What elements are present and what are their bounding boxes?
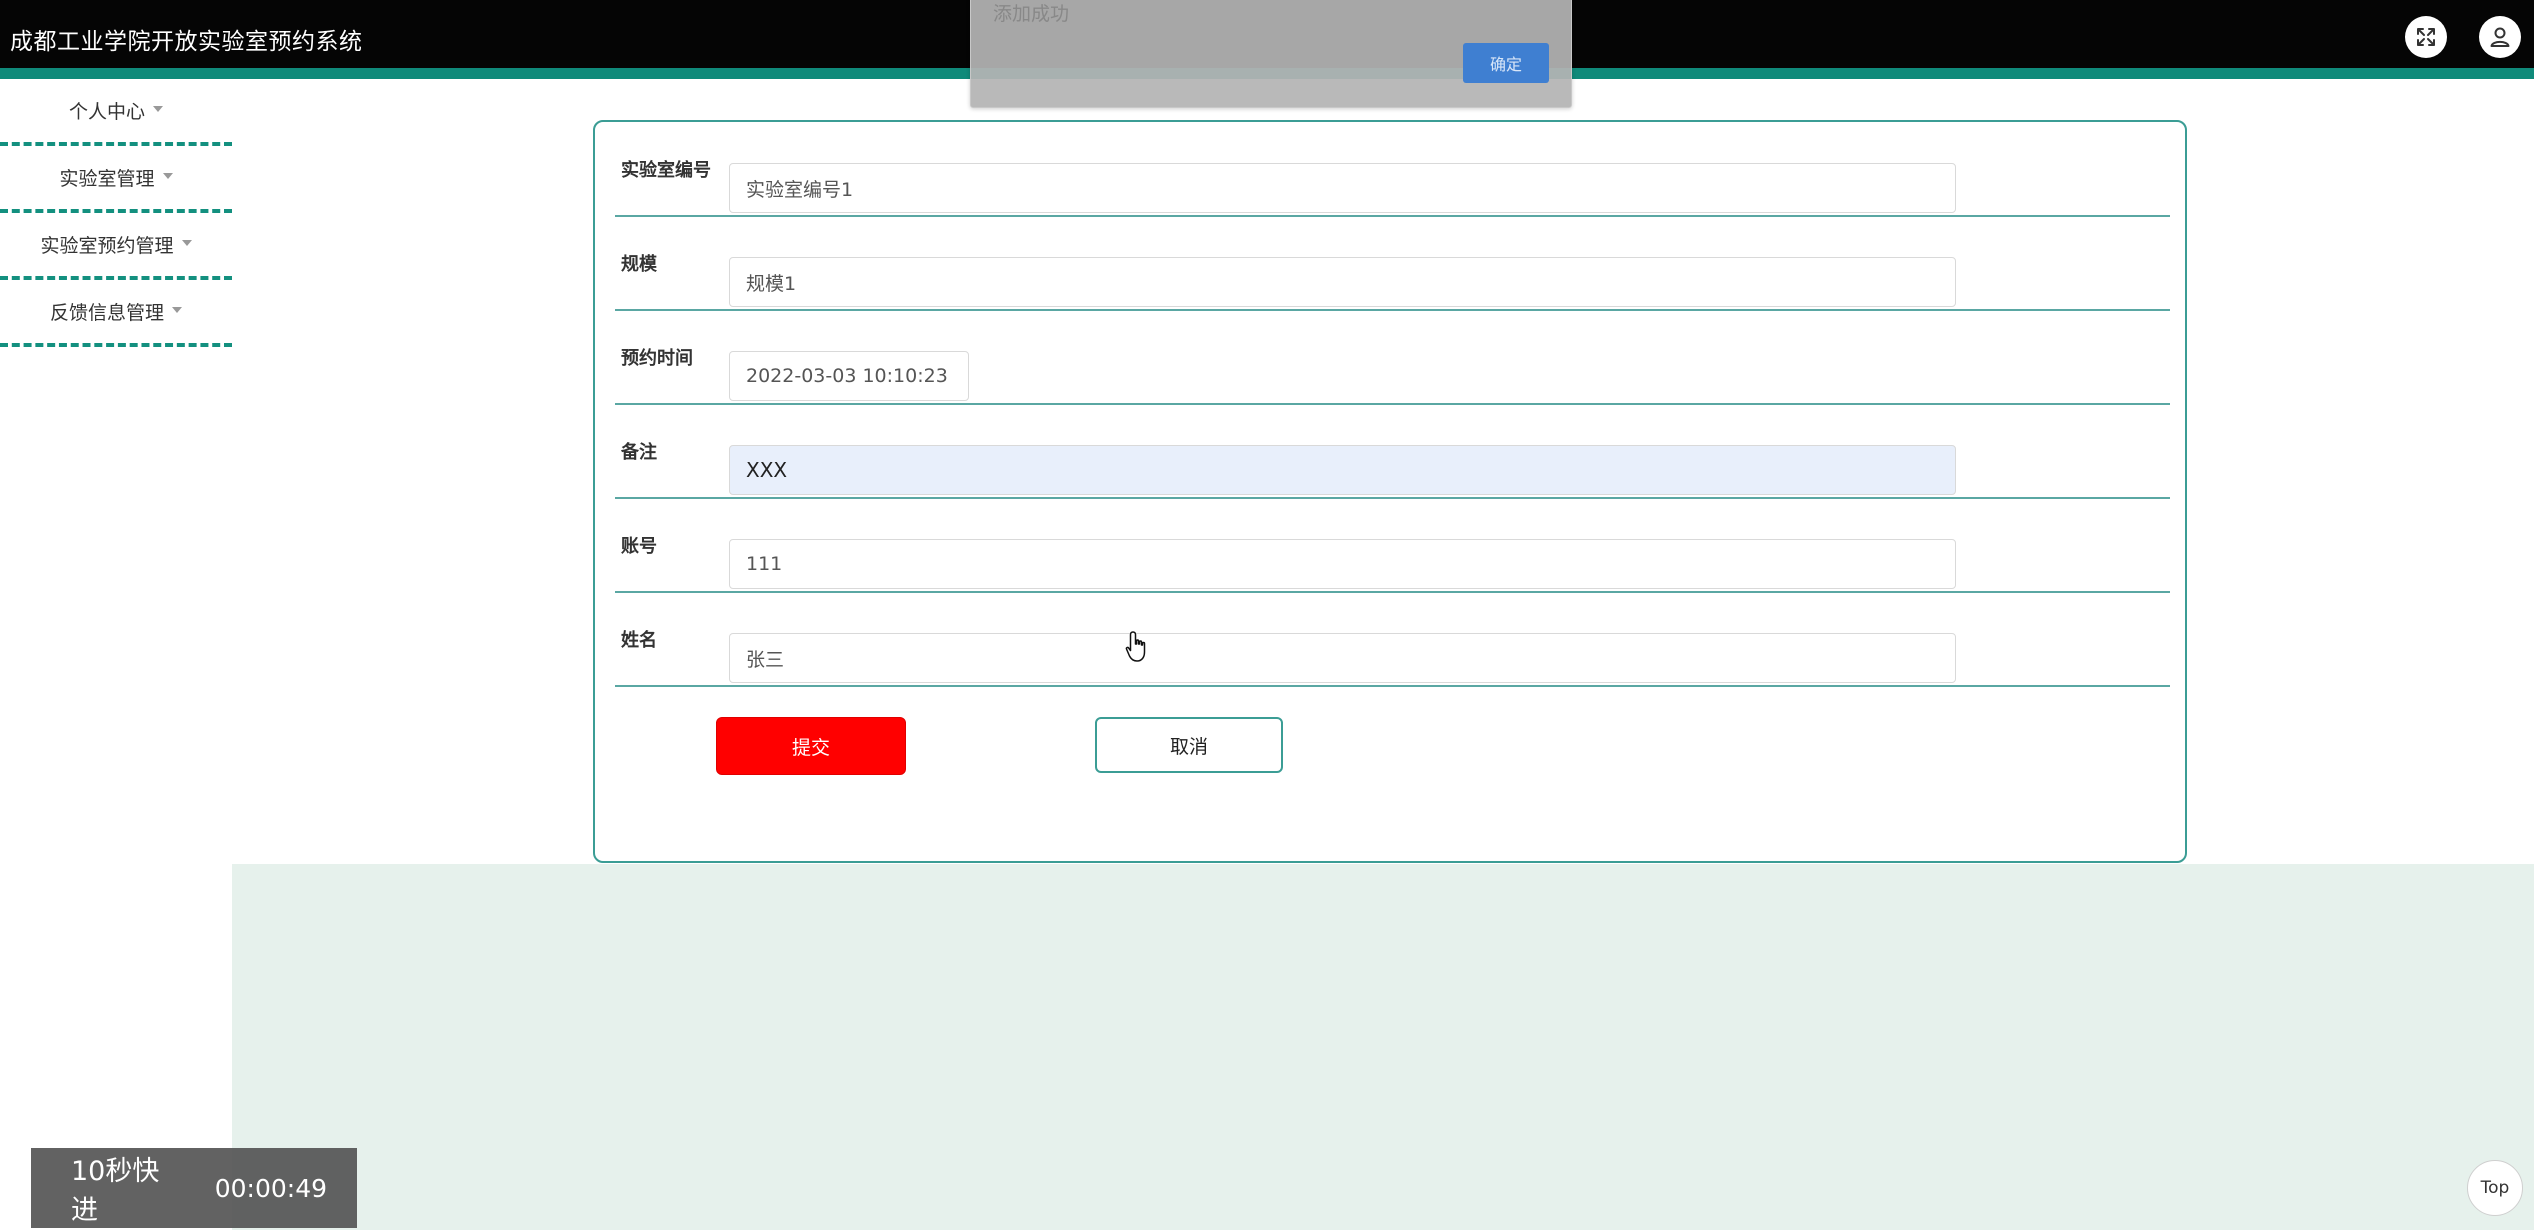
caret-down-icon [162,172,173,179]
form-row-booking-time: 预约时间 2022-03-03 10:10:23 [615,310,2170,405]
expand-arrows-icon [2417,28,2435,46]
form-row-lab-number: 实验室编号 实验室编号1 [615,122,2170,217]
page: 成都工业学院开放实验室预约系统 个人中心 实验室管理 实验室预约管理 反馈信息管… [0,0,2534,1230]
sidebar: 个人中心 实验室管理 实验室预约管理 反馈信息管理 [0,79,232,347]
remark-label: 备注 [621,441,657,463]
skip-10s-button[interactable]: 10秒快进 [71,1149,185,1227]
lab-number-input[interactable]: 实验室编号1 [729,163,1956,213]
app-title: 成都工业学院开放实验室预约系统 [10,29,363,55]
form-row-account: 账号 111 [615,498,2170,593]
lab-number-label: 实验室编号 [621,159,711,181]
account-label: 账号 [621,535,657,557]
sidebar-item-label: 实验室预约管理 [40,235,174,257]
hand-cursor-icon [1125,631,1146,662]
name-input[interactable]: 张三 [729,633,1956,683]
form-row-name: 姓名 张三 [615,592,2170,687]
dialog-message: 添加成功 [993,3,1070,25]
caret-down-icon [181,239,192,246]
user-icon [2490,27,2510,47]
success-dialog: 添加成功 确定 [970,0,1572,108]
booking-time-label: 预约时间 [621,347,693,369]
fullscreen-button[interactable] [2405,16,2447,58]
dialog-ok-button[interactable]: 确定 [1463,43,1549,83]
cancel-button[interactable]: 取消 [1095,717,1283,773]
sidebar-item-label: 个人中心 [68,101,145,123]
sidebar-item-personal-center[interactable]: 个人中心 [0,79,232,146]
sidebar-item-feedback-management[interactable]: 反馈信息管理 [0,280,232,347]
booking-form-card: 实验室编号 实验室编号1 规模 规模1 预约时间 2022-03-03 10:1… [593,120,2187,863]
content-background [232,864,2534,1230]
caret-down-icon [172,306,182,313]
scale-input[interactable]: 规模1 [729,257,1956,307]
booking-time-input[interactable]: 2022-03-03 10:10:23 [729,351,969,401]
scale-label: 规模 [621,253,657,275]
caret-down-icon [153,105,163,112]
sidebar-item-label: 反馈信息管理 [49,302,164,324]
sidebar-item-lab-management[interactable]: 实验室管理 [0,146,232,213]
video-overlay: 10秒快进 00:00:49 [31,1148,357,1228]
video-timestamp: 00:00:49 [214,1173,327,1203]
form-row-scale: 规模 规模1 [615,216,2170,311]
remark-input[interactable]: XXX [729,445,1956,495]
sidebar-item-label: 实验室管理 [59,168,155,190]
back-to-top-button[interactable]: Top [2467,1160,2523,1216]
submit-button[interactable]: 提交 [716,717,906,775]
form-row-remark: 备注 XXX [615,404,2170,499]
user-button[interactable] [2479,16,2521,58]
name-label: 姓名 [621,629,657,651]
sidebar-item-lab-booking-management[interactable]: 实验室预约管理 [0,213,232,280]
account-input[interactable]: 111 [729,539,1956,589]
